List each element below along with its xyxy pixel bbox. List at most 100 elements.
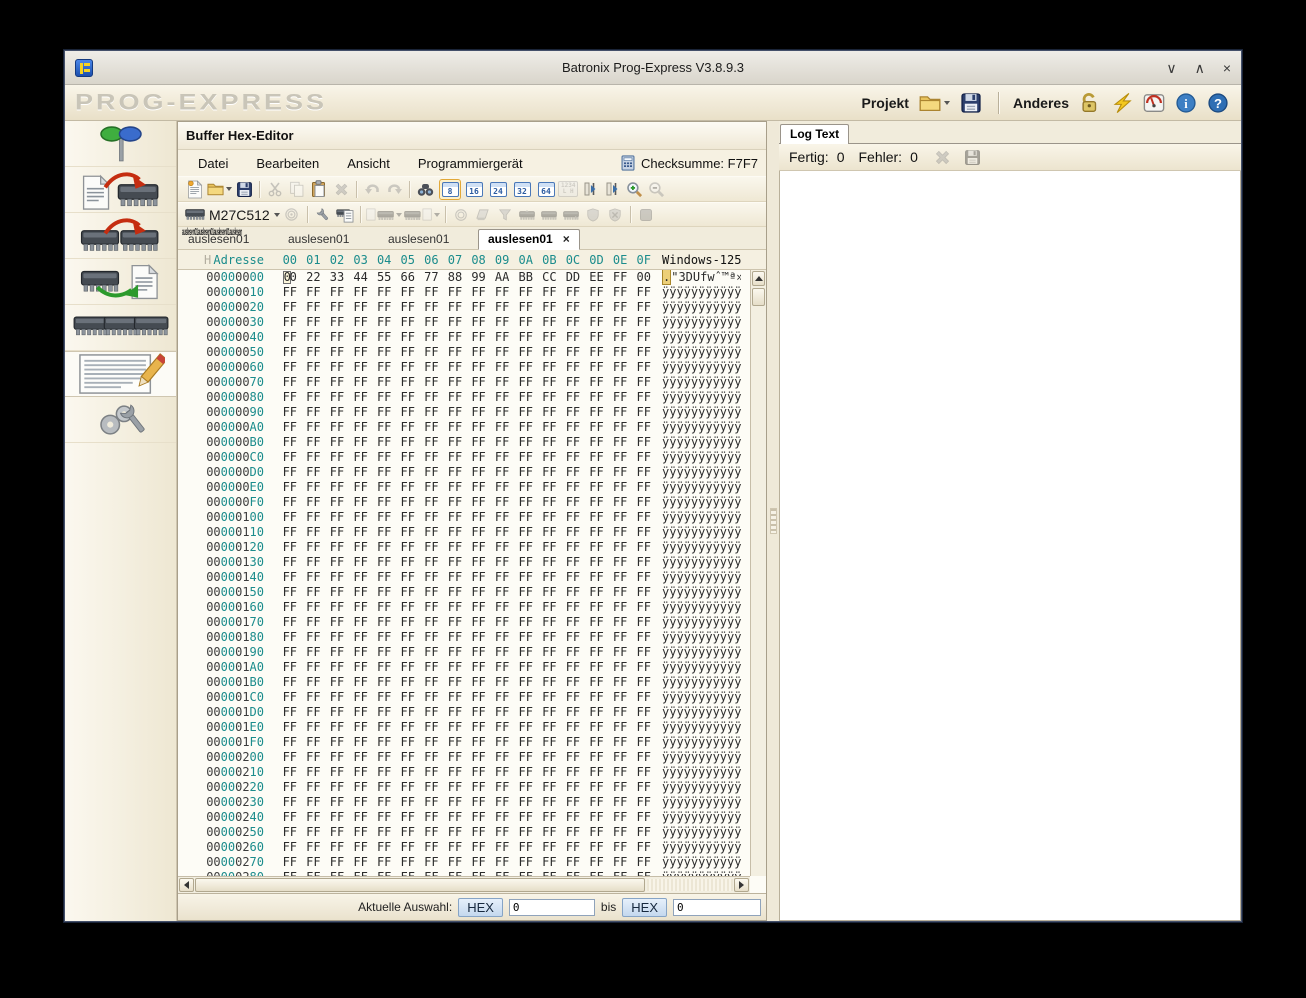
sidebar-item-read-chip[interactable]: [65, 259, 176, 305]
hex-row[interactable]: 000000E0FFFFFFFFFFFFFFFFFFFFFFFFFFFFFFFF…: [188, 480, 766, 495]
view-1234lh-button[interactable]: 1234L H: [557, 179, 579, 200]
program-button[interactable]: [516, 204, 538, 225]
hex-row[interactable]: 00000270FFFFFFFFFFFFFFFFFFFFFFFFFFFFFFFF…: [188, 855, 766, 870]
selection-from-input[interactable]: [509, 899, 595, 916]
stop-button[interactable]: [635, 204, 657, 225]
hex-mode-button-from[interactable]: HEX: [458, 898, 503, 917]
open-file-button[interactable]: [206, 179, 233, 200]
tab-buffer-3[interactable]: auslesen01×: [478, 229, 580, 250]
panel-splitter[interactable]: [767, 121, 779, 921]
verify-button[interactable]: [538, 204, 560, 225]
hex-row[interactable]: 000001D0FFFFFFFFFFFFFFFFFFFFFFFFFFFFFFFF…: [188, 705, 766, 720]
sidebar-item-copy-chip[interactable]: [65, 213, 176, 259]
log-output[interactable]: [779, 171, 1241, 921]
run-all-button[interactable]: [560, 204, 582, 225]
hex-rows-area[interactable]: 00000000002233445566778899AABBCCDDEEFF00…: [178, 270, 766, 876]
device-signature-button[interactable]: [281, 204, 303, 225]
hex-row[interactable]: 00000180FFFFFFFFFFFFFFFFFFFFFFFFFFFFFFFF…: [188, 630, 766, 645]
hex-row[interactable]: 000001E0FFFFFFFFFFFFFFFFFFFFFFFFFFFFFFFF…: [188, 720, 766, 735]
horizontal-scroll-thumb[interactable]: [195, 878, 645, 892]
view-width-64-button[interactable]: 64: [535, 179, 557, 200]
hex-row[interactable]: 000001A0FFFFFFFFFFFFFFFFFFFFFFFFFFFFFFFF…: [188, 660, 766, 675]
redo-button[interactable]: [383, 179, 405, 200]
hex-row[interactable]: 000001F0FFFFFFFFFFFFFFFFFFFFFFFFFFFFFFFF…: [188, 735, 766, 750]
maximize-button[interactable]: ∧: [1195, 61, 1205, 75]
sidebar-item-settings[interactable]: [65, 397, 176, 443]
search-button[interactable]: [414, 179, 436, 200]
paste-button[interactable]: [308, 179, 330, 200]
read-chip-button[interactable]: [403, 204, 441, 225]
menu-datei[interactable]: Datei: [198, 156, 228, 171]
hex-mode-button-to[interactable]: HEX: [622, 898, 667, 917]
device-info-button[interactable]: [334, 204, 356, 225]
hex-row[interactable]: 00000190FFFFFFFFFFFFFFFFFFFFFFFFFFFFFFFF…: [188, 645, 766, 660]
menu-bearbeiten[interactable]: Bearbeiten: [256, 156, 319, 171]
blank-check-button[interactable]: [494, 204, 516, 225]
hex-row[interactable]: 00000070FFFFFFFFFFFFFFFFFFFFFFFFFFFFFFFF…: [188, 375, 766, 390]
hex-row[interactable]: 00000110FFFFFFFFFFFFFFFFFFFFFFFFFFFFFFFF…: [188, 525, 766, 540]
tab-log-text[interactable]: Log Text: [780, 124, 849, 144]
cut-button[interactable]: [264, 179, 286, 200]
hex-row[interactable]: 00000000002233445566778899AABBCCDDEEFF00…: [188, 270, 766, 285]
hex-row[interactable]: 00000200FFFFFFFFFFFFFFFFFFFFFFFFFFFFFFFF…: [188, 750, 766, 765]
view-width-8-button[interactable]: 8: [439, 179, 461, 200]
view-width-24-button[interactable]: 24: [487, 179, 509, 200]
write-chip-button[interactable]: [365, 204, 403, 225]
device-options-button[interactable]: [312, 204, 334, 225]
selftest-button[interactable]: [1109, 90, 1135, 116]
goto-next-button[interactable]: [601, 179, 623, 200]
unlock-button[interactable]: [1077, 90, 1103, 116]
hex-row[interactable]: 00000220FFFFFFFFFFFFFFFFFFFFFFFFFFFFFFFF…: [188, 780, 766, 795]
horizontal-scrollbar[interactable]: [178, 876, 750, 893]
delete-button[interactable]: [330, 179, 352, 200]
hex-row[interactable]: 00000100FFFFFFFFFFFFFFFFFFFFFFFFFFFFFFFF…: [188, 510, 766, 525]
help-button[interactable]: ?: [1205, 90, 1231, 116]
hex-row[interactable]: 000000D0FFFFFFFFFFFFFFFFFFFFFFFFFFFFFFFF…: [188, 465, 766, 480]
hex-row[interactable]: 000000A0FFFFFFFFFFFFFFFFFFFFFFFFFFFFFFFF…: [188, 420, 766, 435]
hex-row[interactable]: 00000020FFFFFFFFFFFFFFFFFFFFFFFFFFFFFFFF…: [188, 300, 766, 315]
menu-programmiergerät[interactable]: Programmiergerät: [418, 156, 523, 171]
scroll-up-button[interactable]: [752, 271, 765, 286]
hex-row[interactable]: 00000010FFFFFFFFFFFFFFFFFFFFFFFFFFFFFFFF…: [188, 285, 766, 300]
hex-row[interactable]: 00000080FFFFFFFFFFFFFFFFFFFFFFFFFFFFFFFF…: [188, 390, 766, 405]
device-select-button[interactable]: M27C512: [184, 204, 281, 225]
hex-row[interactable]: 00000170FFFFFFFFFFFFFFFFFFFFFFFFFFFFFFFF…: [188, 615, 766, 630]
save-file-button[interactable]: [233, 179, 255, 200]
zoom-in-button[interactable]: [623, 179, 645, 200]
minimize-button[interactable]: ∨: [1166, 61, 1176, 75]
hex-row[interactable]: 000001B0FFFFFFFFFFFFFFFFFFFFFFFFFFFFFFFF…: [188, 675, 766, 690]
hex-row[interactable]: 00000230FFFFFFFFFFFFFFFFFFFFFFFFFFFFFFFF…: [188, 795, 766, 810]
unprotect-button[interactable]: [604, 204, 626, 225]
scroll-right-button[interactable]: [734, 878, 749, 892]
menu-ansicht[interactable]: Ansicht: [347, 156, 390, 171]
diagnostics-button[interactable]: [1141, 90, 1167, 116]
project-save-button[interactable]: [958, 90, 984, 116]
sidebar-item-hex-editor[interactable]: [65, 351, 176, 397]
vertical-scroll-thumb[interactable]: [752, 288, 765, 306]
project-open-button[interactable]: [917, 91, 952, 115]
tab-buffer-1[interactable]: auslesen01: [278, 230, 378, 249]
hex-row[interactable]: 00000090FFFFFFFFFFFFFFFFFFFFFFFFFFFFFFFF…: [188, 405, 766, 420]
tab-buffer-2[interactable]: auslesen01: [378, 230, 478, 249]
info-button[interactable]: i: [1173, 90, 1199, 116]
hex-row[interactable]: 00000060FFFFFFFFFFFFFFFFFFFFFFFFFFFFFFFF…: [188, 360, 766, 375]
hex-row[interactable]: 000001C0FFFFFFFFFFFFFFFFFFFFFFFFFFFFFFFF…: [188, 690, 766, 705]
hex-row[interactable]: 00000040FFFFFFFFFFFFFFFFFFFFFFFFFFFFFFFF…: [188, 330, 766, 345]
scroll-left-button[interactable]: [179, 878, 194, 892]
undo-button[interactable]: [361, 179, 383, 200]
zoom-out-button[interactable]: [645, 179, 667, 200]
identify-button[interactable]: [450, 204, 472, 225]
hex-row[interactable]: 00000240FFFFFFFFFFFFFFFFFFFFFFFFFFFFFFFF…: [188, 810, 766, 825]
hex-row[interactable]: 000000B0FFFFFFFFFFFFFFFFFFFFFFFFFFFFFFFF…: [188, 435, 766, 450]
hex-row[interactable]: 00000260FFFFFFFFFFFFFFFFFFFFFFFFFFFFFFFF…: [188, 840, 766, 855]
selection-to-input[interactable]: [673, 899, 761, 916]
hex-row[interactable]: 00000160FFFFFFFFFFFFFFFFFFFFFFFFFFFFFFFF…: [188, 600, 766, 615]
hex-row[interactable]: 000000C0FFFFFFFFFFFFFFFFFFFFFFFFFFFFFFFF…: [188, 450, 766, 465]
hex-row[interactable]: 00000150FFFFFFFFFFFFFFFFFFFFFFFFFFFFFFFF…: [188, 585, 766, 600]
sidebar-item-multi-program[interactable]: [65, 305, 176, 351]
close-button[interactable]: ×: [1223, 61, 1231, 75]
hex-row[interactable]: 00000250FFFFFFFFFFFFFFFFFFFFFFFFFFFFFFFF…: [188, 825, 766, 840]
hex-row[interactable]: 00000140FFFFFFFFFFFFFFFFFFFFFFFFFFFFFFFF…: [188, 570, 766, 585]
sidebar-item-write-file-to-chip[interactable]: [65, 167, 176, 213]
titlebar[interactable]: Batronix Prog-Express V3.8.9.3 ∨ ∧ ×: [65, 51, 1241, 85]
